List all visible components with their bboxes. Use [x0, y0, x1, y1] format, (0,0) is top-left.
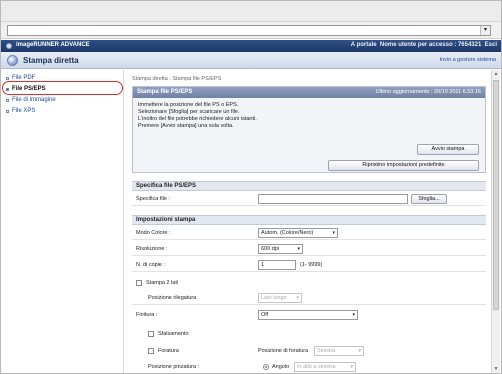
browse-button[interactable]: Sfoglia... — [411, 194, 447, 204]
file-row: Specifica file : Sfoglia... — [132, 192, 486, 206]
user-info: Nome utente per accesso : 7654321 — [379, 42, 482, 48]
scroll-up-icon[interactable]: ▲ — [492, 70, 500, 78]
chevron-down-icon: ▾ — [332, 230, 335, 236]
offset-row: Sfalsamento — [132, 327, 486, 341]
instruction-line: Immettere la posizione del file PS o EPS… — [138, 102, 239, 108]
finishing-select[interactable]: Off ▾ — [258, 310, 358, 320]
finishing-label: Finitura : — [136, 312, 158, 318]
sidebar-item-label: File XPS — [12, 108, 36, 114]
staple-row: Posizione pinzatura : Angolo In alto a s… — [132, 360, 486, 374]
binding-label: Posizione rilegatura — [148, 295, 197, 301]
selection-highlight — [2, 81, 123, 95]
start-print-button[interactable]: Avvio stampa — [417, 144, 479, 155]
chevron-down-icon: ▾ — [352, 312, 355, 318]
sidebar-item-xps[interactable]: File XPS — [5, 106, 122, 116]
chevron-down-icon: ▾ — [358, 348, 361, 354]
duplex-checkbox[interactable] — [136, 280, 142, 286]
copies-label: N. di copie : — [136, 262, 166, 268]
settings-header: Impostazioni stampa — [132, 215, 486, 225]
instruction-line: Premere [Avvio stampa] una sola volta. — [138, 123, 234, 129]
title-bar: Stampa diretta Invio a gestore sistema — [1, 52, 501, 69]
sidebar-item-label: File di immagine — [12, 97, 56, 103]
file-path-input[interactable] — [258, 194, 408, 204]
copies-range: (1- 9999) — [300, 262, 323, 268]
binding-value: Lato lungo — [261, 295, 287, 301]
file-label: Specifica file : — [136, 196, 170, 202]
instruction-line: L'inoltro del file potrebbe richiedere a… — [138, 116, 257, 122]
staple-corner-label: Angolo — [272, 364, 290, 370]
panel-header: Stampa file PS/EPS Ultimo aggiornamento … — [133, 87, 485, 98]
staple-corner-radio[interactable] — [263, 364, 269, 370]
staple-label: Posizione pinzatura : — [148, 364, 200, 370]
file-section-header: Specifica file PS/EPS — [132, 181, 486, 191]
scroll-down-icon[interactable]: ▼ — [492, 365, 500, 373]
chevron-down-icon: ▾ — [297, 246, 300, 252]
bullet-icon — [6, 99, 9, 102]
offset-checkbox[interactable] — [148, 331, 154, 337]
print-panel: Stampa file PS/EPS Ultimo aggiornamento … — [132, 86, 486, 173]
breadcrumb: Stampa diretta : Stampa file PS/EPS — [132, 76, 222, 82]
punch-checkbox[interactable] — [148, 348, 154, 354]
product-name: imageRUNNER ADVANCE — [16, 42, 90, 48]
resolution-select[interactable]: 600 dpi ▾ — [258, 244, 303, 254]
punch-label: Foratura — [158, 348, 179, 354]
brand-right: A portale Nome utente per accesso : 7654… — [351, 42, 497, 48]
main-content: Stampa diretta : Stampa file PS/EPS Stam… — [125, 70, 491, 373]
duplex-label: Stampa 2 lati — [146, 280, 179, 286]
color-mode-label: Modo Colore : — [136, 230, 171, 236]
copies-input[interactable]: 1 — [258, 260, 296, 270]
address-input[interactable]: ▾ — [7, 25, 491, 36]
color-mode-row: Modo Colore : Autom. (Colore/Nero) ▾ — [132, 226, 486, 240]
exit-link[interactable]: Esci — [485, 42, 497, 48]
canon-logo-icon — [6, 43, 12, 49]
reset-defaults-button[interactable]: Ripristino impostazioni predefinite — [328, 160, 479, 171]
color-mode-select[interactable]: Autom. (Colore/Nero) ▾ — [258, 228, 338, 238]
copies-row: N. di copie : 1 (1- 9999) — [132, 258, 486, 272]
brand-bar: imageRUNNER ADVANCE A portale Nome utent… — [1, 40, 501, 52]
bullet-icon — [6, 110, 9, 113]
resolution-row: Risoluzione : 600 dpi ▾ — [132, 242, 486, 256]
panel-title: Stampa file PS/EPS — [137, 89, 193, 95]
sidebar-item-image[interactable]: File di immagine — [5, 95, 122, 105]
page-title: Stampa diretta — [23, 56, 79, 65]
sidebar: File PDF File PS/EPS File di immagine Fi… — [1, 70, 124, 373]
duplex-row: Stampa 2 lati — [132, 276, 486, 290]
vertical-scrollbar[interactable]: ▲ ▼ — [491, 70, 500, 373]
bullet-icon — [6, 77, 9, 80]
offset-label: Sfalsamento — [158, 331, 189, 337]
chevron-down-icon: ▾ — [350, 364, 353, 370]
scroll-thumb[interactable] — [493, 80, 499, 310]
finishing-value: Off — [261, 312, 269, 318]
resolution-label: Risoluzione : — [136, 246, 168, 252]
finishing-row: Finitura : Off ▾ — [132, 308, 486, 322]
address-bar-area: ▾ — [1, 22, 501, 39]
send-to-admin-link[interactable]: Invio a gestore sistema — [439, 57, 496, 63]
punch-row: Foratura Posizione di foratura Sinistra … — [132, 344, 486, 358]
punch-position-select[interactable]: Sinistra ▾ — [314, 346, 364, 356]
address-dropdown-icon[interactable]: ▾ — [480, 26, 490, 35]
binding-row: Posizione rilegatura Lato lungo ▾ — [132, 291, 486, 305]
browser-toolbar — [1, 1, 501, 22]
color-mode-value: Autom. (Colore/Nero) — [261, 230, 314, 236]
last-update: Ultimo aggiornamento : 20/10 2011 6.53.1… — [375, 89, 481, 95]
instruction-line: Selezionare [Sfoglia] per scaricare un f… — [138, 109, 240, 115]
direct-print-icon — [7, 55, 18, 66]
chevron-down-icon: ▾ — [296, 295, 299, 301]
punch-position-label: Posizione di foratura — [258, 348, 309, 354]
portal-link[interactable]: A portale — [351, 42, 377, 48]
staple-value: In alto a sinistra — [297, 364, 336, 370]
staple-select[interactable]: In alto a sinistra ▾ — [294, 362, 356, 372]
resolution-value: 600 dpi — [261, 246, 280, 252]
punch-position-value: Sinistra — [317, 348, 336, 354]
binding-select[interactable]: Lato lungo ▾ — [258, 293, 302, 303]
